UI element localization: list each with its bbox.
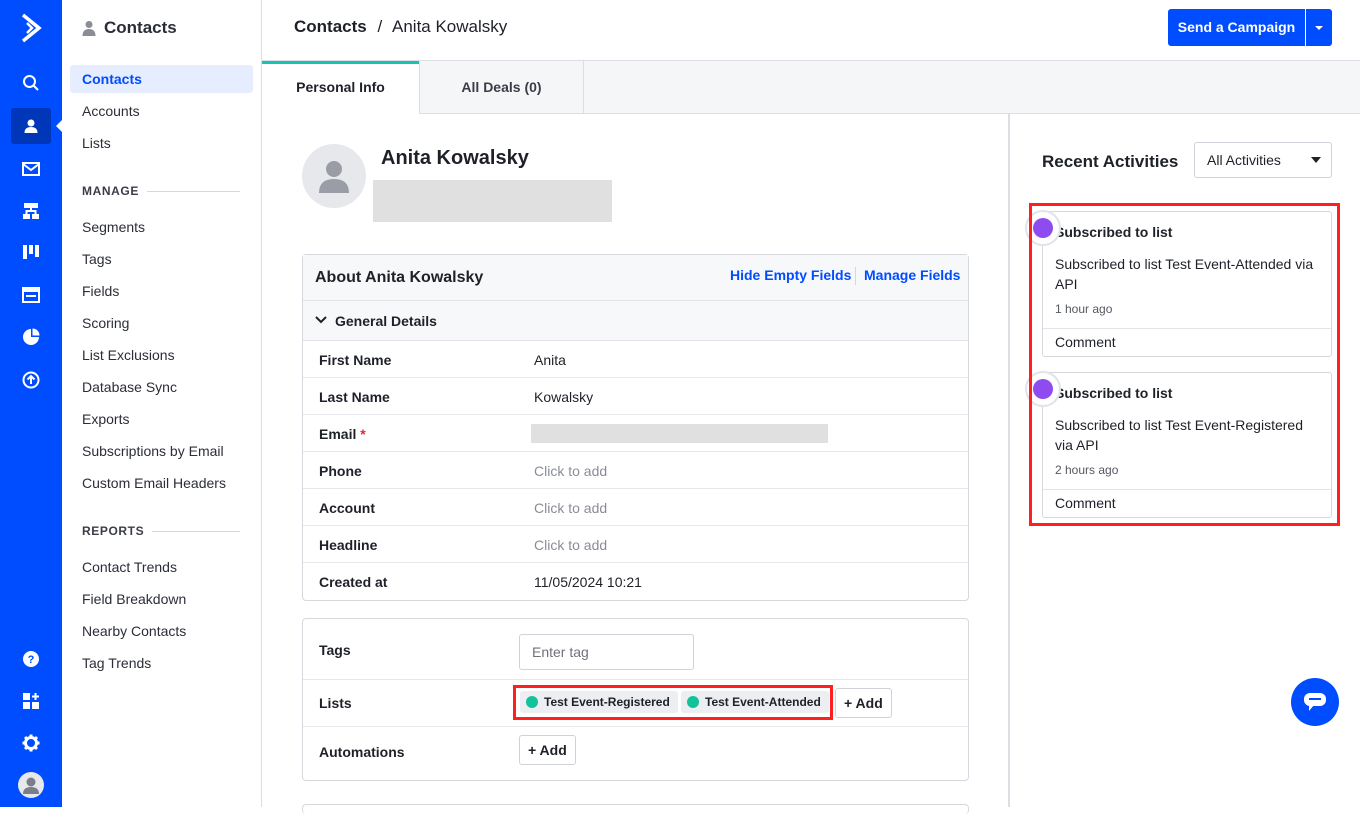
automations-label: Automations xyxy=(319,744,405,760)
contact-tabs: Personal Info All Deals (0) xyxy=(262,61,1360,115)
user-avatar-icon[interactable] xyxy=(11,767,51,803)
field-row-first-name: First Name Anita xyxy=(303,341,968,378)
tab-personal-info[interactable]: Personal Info xyxy=(262,61,419,115)
general-details-toggle[interactable]: General Details xyxy=(303,301,968,341)
app-nav-rail: ? xyxy=(0,0,62,807)
chat-support-button[interactable] xyxy=(1291,678,1339,726)
lists-label: Lists xyxy=(319,695,352,711)
about-title: About Anita Kowalsky xyxy=(315,269,484,286)
person-icon xyxy=(319,161,349,193)
field-value: 11/05/2024 10:21 xyxy=(534,574,642,590)
sidebar-item-scoring[interactable]: Scoring xyxy=(70,309,253,337)
field-label: Phone xyxy=(319,463,362,479)
sidebar-item-database-sync[interactable]: Database Sync xyxy=(70,373,253,401)
next-card-edge xyxy=(302,804,969,814)
redacted-email-value[interactable] xyxy=(531,424,828,443)
caret-down-icon xyxy=(1311,157,1321,168)
add-automation-button[interactable]: + Add xyxy=(519,735,576,765)
sidebar-item-fields[interactable]: Fields xyxy=(70,277,253,305)
sidebar-section-reports: REPORTS xyxy=(82,524,240,538)
field-placeholder[interactable]: Click to add xyxy=(534,537,607,553)
about-header: About Anita Kowalsky Hide Empty Fields M… xyxy=(303,255,968,301)
activity-filter-select[interactable]: All Activities xyxy=(1194,142,1332,178)
add-list-button[interactable]: + Add xyxy=(835,688,892,718)
general-details-title: General Details xyxy=(335,313,437,329)
sidebar-item-subscriptions-by-email[interactable]: Subscriptions by Email xyxy=(70,437,253,465)
field-placeholder[interactable]: Click to add xyxy=(534,463,607,479)
upgrade-icon[interactable] xyxy=(11,362,51,398)
field-placeholder[interactable]: Click to add xyxy=(534,500,607,516)
tab-all-deals[interactable]: All Deals (0) xyxy=(419,61,584,114)
field-value[interactable]: Kowalsky xyxy=(534,389,593,405)
recent-activities-title: Recent Activities xyxy=(1042,152,1179,171)
field-row-headline: Headline Click to add xyxy=(303,526,968,563)
field-row-created-at: Created at 11/05/2024 10:21 xyxy=(303,563,968,600)
chevron-down-icon xyxy=(315,316,327,324)
breadcrumb-separator: / xyxy=(377,17,383,36)
contact-name: Anita Kowalsky xyxy=(381,147,529,169)
field-value[interactable]: Anita xyxy=(534,352,566,368)
apps-grid-icon[interactable] xyxy=(11,683,51,719)
search-icon[interactable] xyxy=(11,65,51,101)
field-row-phone: Phone Click to add xyxy=(303,452,968,489)
activecampaign-logo-icon[interactable] xyxy=(11,10,51,46)
contact-avatar xyxy=(302,144,366,208)
sidebar-item-field-breakdown[interactable]: Field Breakdown xyxy=(70,585,253,613)
field-label: Created at xyxy=(319,574,388,590)
website-icon[interactable] xyxy=(11,277,51,313)
sidebar-item-contact-trends[interactable]: Contact Trends xyxy=(70,553,253,581)
breadcrumb-current: Anita Kowalsky xyxy=(392,17,508,36)
person-icon xyxy=(82,21,96,36)
page-header: Contacts / Anita Kowalsky Send a Campaig… xyxy=(262,0,1360,61)
manage-fields-link[interactable]: Manage Fields xyxy=(864,267,960,283)
link-divider xyxy=(855,267,856,285)
field-label: Last Name xyxy=(319,389,390,405)
breadcrumb-contacts-link[interactable]: Contacts xyxy=(294,17,367,36)
automations-icon[interactable] xyxy=(11,193,51,229)
hide-empty-fields-link[interactable]: Hide Empty Fields xyxy=(730,267,851,283)
sidebar-item-exports[interactable]: Exports xyxy=(70,405,253,433)
field-label: Email * xyxy=(319,426,366,442)
required-marker: * xyxy=(360,426,366,442)
sidebar-title: Contacts xyxy=(104,18,177,37)
contacts-icon[interactable] xyxy=(11,108,62,144)
send-campaign-dropdown[interactable] xyxy=(1306,9,1332,46)
tag-input[interactable]: Enter tag xyxy=(519,634,694,670)
sidebar-item-tags[interactable]: Tags xyxy=(70,245,253,273)
contacts-sidebar: Contacts Contacts Accounts Lists MANAGE … xyxy=(62,0,262,807)
svg-text:?: ? xyxy=(28,654,35,666)
sidebar-item-tag-trends[interactable]: Tag Trends xyxy=(70,649,253,677)
send-campaign-button[interactable]: Send a Campaign xyxy=(1168,9,1305,46)
help-icon[interactable]: ? xyxy=(11,641,51,677)
sidebar-item-contacts[interactable]: Contacts xyxy=(70,65,253,93)
sidebar-header: Contacts xyxy=(82,18,177,38)
field-label: Headline xyxy=(319,537,378,553)
breadcrumb: Contacts / Anita Kowalsky xyxy=(294,17,507,37)
caret-down-icon xyxy=(1315,25,1323,30)
field-label: First Name xyxy=(319,352,392,368)
automations-row: Automations + Add xyxy=(303,727,968,780)
email-campaigns-icon[interactable] xyxy=(11,151,51,187)
about-card: About Anita Kowalsky Hide Empty Fields M… xyxy=(302,254,969,601)
settings-gear-icon[interactable] xyxy=(11,725,51,761)
sidebar-item-segments[interactable]: Segments xyxy=(70,213,253,241)
field-row-last-name: Last Name Kowalsky xyxy=(303,378,968,415)
redacted-contact-info xyxy=(373,180,612,222)
deals-pipeline-icon[interactable] xyxy=(11,234,51,270)
sidebar-item-list-exclusions[interactable]: List Exclusions xyxy=(70,341,253,369)
reports-pie-icon[interactable] xyxy=(11,319,51,355)
tags-row: Tags Enter tag xyxy=(303,619,968,680)
tags-label: Tags xyxy=(319,642,351,658)
lists-highlight-box xyxy=(513,685,833,720)
activities-highlight-box xyxy=(1029,203,1340,526)
sidebar-item-custom-email-headers[interactable]: Custom Email Headers xyxy=(70,469,253,497)
field-row-account: Account Click to add xyxy=(303,489,968,526)
sidebar-item-lists[interactable]: Lists xyxy=(70,129,253,157)
field-row-email: Email * xyxy=(303,415,968,452)
sidebar-section-manage: MANAGE xyxy=(82,184,240,198)
sidebar-item-nearby-contacts[interactable]: Nearby Contacts xyxy=(70,617,253,645)
sidebar-item-accounts[interactable]: Accounts xyxy=(70,97,253,125)
field-label: Account xyxy=(319,500,375,516)
chat-bubble-icon xyxy=(1304,693,1326,711)
